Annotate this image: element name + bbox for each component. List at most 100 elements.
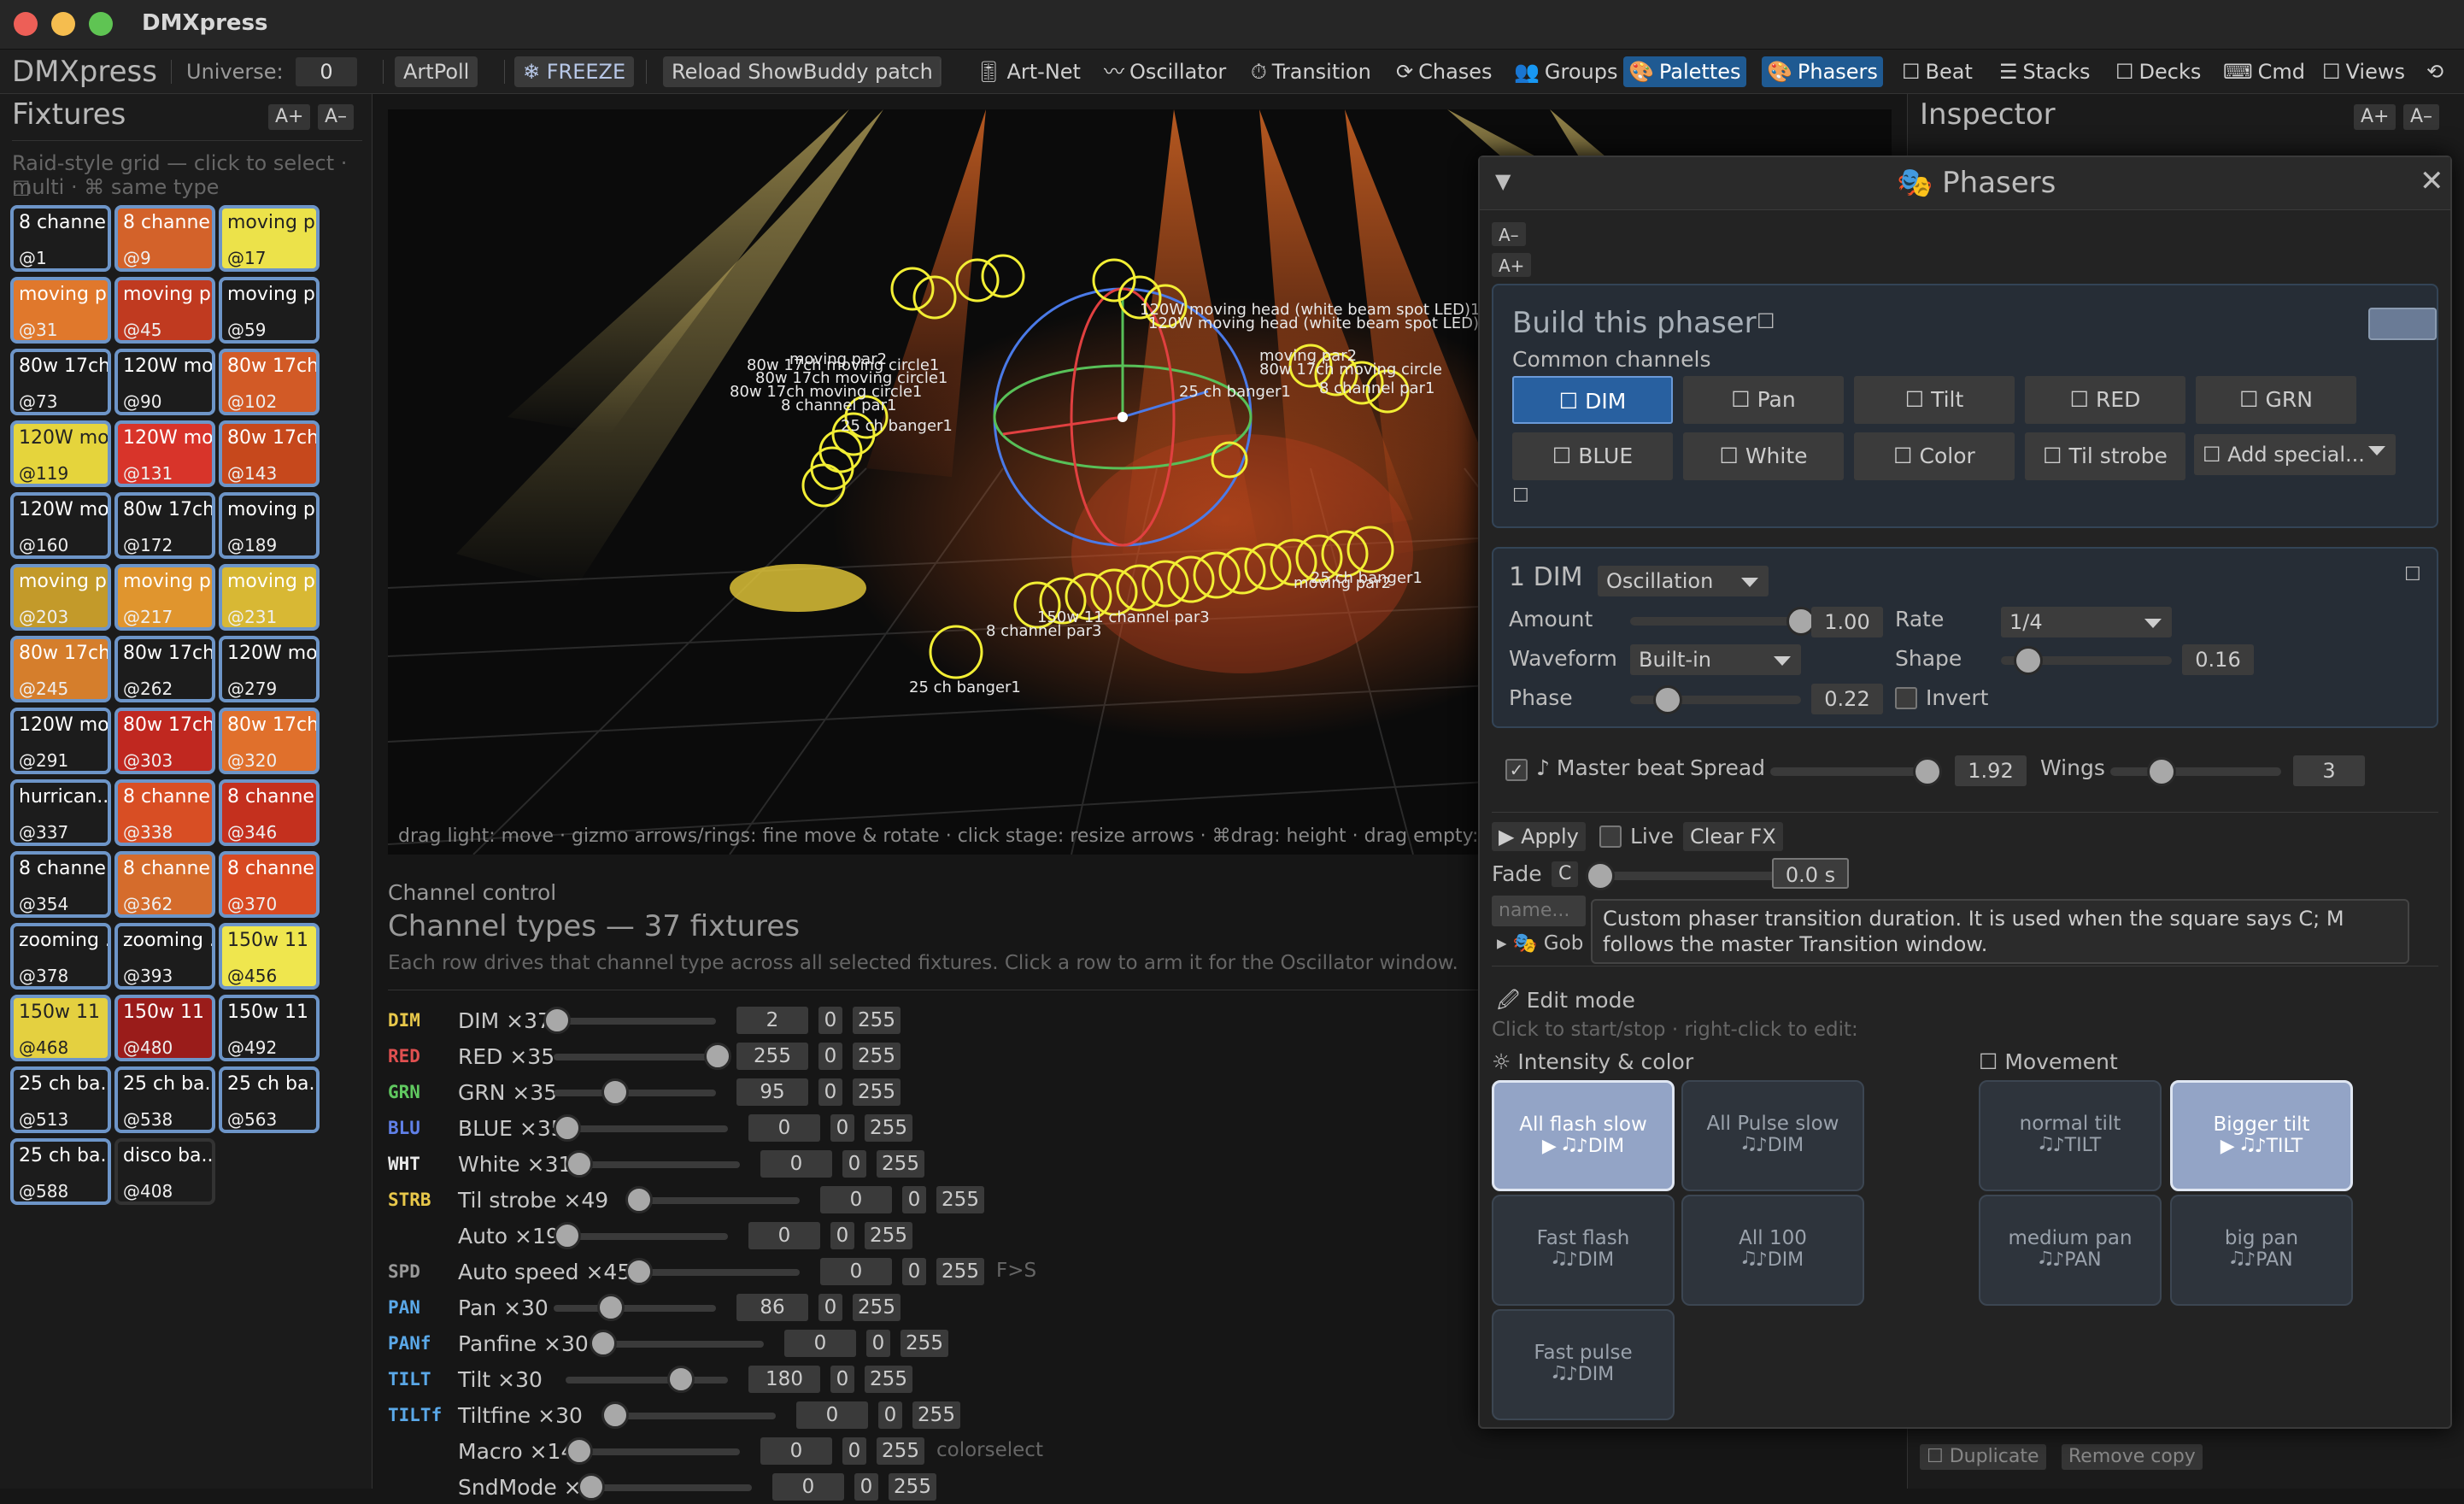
tab-transition[interactable]: ⏱ Transition xyxy=(1246,56,1376,87)
fixture-tile[interactable]: 25 ch ba... @513 xyxy=(10,1066,111,1133)
channel-min[interactable]: 0 xyxy=(830,1114,854,1142)
wings-value[interactable]: 3 xyxy=(2293,755,2365,786)
channel-row[interactable]: GRN GRN ×35 95 0 255 xyxy=(388,1075,1481,1109)
tab-decks[interactable]: ☐ Decks xyxy=(2110,56,2206,87)
channel-value[interactable]: 0 xyxy=(784,1330,856,1357)
fixture-tile[interactable]: moving p... @203 xyxy=(10,564,111,631)
shape-value[interactable]: 0.16 xyxy=(2182,644,2254,675)
channel-slider[interactable] xyxy=(601,1341,764,1348)
channel-min[interactable]: 0 xyxy=(818,1294,842,1321)
fixture-tile[interactable]: 25 ch ba... @563 xyxy=(219,1066,320,1133)
movement-preset-button[interactable]: Bigger tilt ▶ 🎝♪TILT xyxy=(2170,1080,2353,1191)
channel-slider[interactable] xyxy=(637,1197,800,1204)
channel-min[interactable]: 0 xyxy=(818,1007,842,1034)
channel-slider-knob[interactable] xyxy=(704,1043,731,1070)
channel-slider[interactable] xyxy=(554,1090,716,1096)
channel-slider[interactable] xyxy=(554,1018,716,1025)
color-swatch[interactable] xyxy=(2368,308,2437,340)
channel-row[interactable]: WHT White ×31 0 0 255 xyxy=(388,1147,1481,1181)
fade-slider-knob[interactable] xyxy=(1586,861,1615,890)
channel-button-white[interactable]: ☐ White xyxy=(1683,432,1844,480)
channel-slider[interactable] xyxy=(566,1233,728,1240)
clear-fx-button[interactable]: Clear FX xyxy=(1683,822,1783,851)
minimize-window-button[interactable] xyxy=(51,12,75,36)
channel-min[interactable]: 0 xyxy=(818,1078,842,1106)
tab-groups[interactable]: 👥 Groups xyxy=(1509,56,1622,87)
tab-stacks[interactable]: ☰ Stacks xyxy=(1994,56,2095,87)
channel-row[interactable]: TILTf Tiltfine ×30 0 0 255 xyxy=(388,1398,1481,1432)
small-checkbox-icon[interactable]: ☐ xyxy=(1512,485,1529,507)
rate-dropdown[interactable]: 1/4 xyxy=(2001,607,2172,637)
channel-slider[interactable] xyxy=(590,1484,752,1491)
channel-slider[interactable] xyxy=(566,1125,728,1132)
fixture-tile[interactable]: 8 channe... @9 xyxy=(114,205,215,272)
fixture-tile[interactable]: 80w 17ch... @245 xyxy=(10,636,111,702)
channel-slider-knob[interactable] xyxy=(625,1186,653,1213)
channel-slider-knob[interactable] xyxy=(543,1007,571,1034)
channel-value[interactable]: 180 xyxy=(748,1366,820,1393)
channel-max[interactable]: 255 xyxy=(865,1222,912,1249)
back-icon[interactable]: ⟲ xyxy=(2426,56,2443,87)
inspector-zoom-out-button[interactable]: A– xyxy=(2403,104,2440,130)
channel-slider[interactable] xyxy=(566,1377,728,1384)
channel-button-tilt[interactable]: ☐ Tilt xyxy=(1854,376,2015,424)
channel-row[interactable]: STRB Til strobe ×49 0 0 255 xyxy=(388,1183,1481,1217)
fixture-tile[interactable]: 150w 11 ... @492 xyxy=(219,995,320,1061)
tab-chases[interactable]: ⟳ Chases xyxy=(1391,56,1498,87)
channel-button-red[interactable]: ☐ RED xyxy=(2025,376,2185,424)
channel-max[interactable]: 255 xyxy=(865,1366,912,1393)
tab-oscillator[interactable]: 〰 Oscillator xyxy=(1099,56,1231,87)
fixture-tile[interactable]: 80w 17ch... @320 xyxy=(219,708,320,774)
reload-patch-button[interactable]: Reload ShowBuddy patch xyxy=(663,56,942,87)
channel-max[interactable]: 255 xyxy=(877,1437,924,1465)
fixture-tile[interactable]: 8 channe... @354 xyxy=(10,851,111,918)
universe-input[interactable]: 0 xyxy=(296,57,357,86)
channel-slider-knob[interactable] xyxy=(554,1114,581,1142)
channel-button-blue[interactable]: ☐ BLUE xyxy=(1512,432,1673,480)
channel-slider-knob[interactable] xyxy=(596,1294,625,1321)
channel-slider[interactable] xyxy=(578,1448,740,1455)
phaser-preset-button[interactable]: Fast flash 🎝♪DIM xyxy=(1492,1195,1675,1306)
preset-name-input[interactable]: name... xyxy=(1492,896,1586,926)
channel-slider[interactable] xyxy=(554,1054,716,1060)
channel-max[interactable]: 255 xyxy=(912,1401,960,1429)
font-smaller-button[interactable]: A– xyxy=(1492,222,1526,246)
remove-layer-icon[interactable]: ☐ xyxy=(2404,564,2421,585)
channel-min[interactable]: 0 xyxy=(842,1437,866,1465)
layer-mode-dropdown[interactable]: Oscillation xyxy=(1598,566,1769,596)
tab-cmd[interactable]: ⌨ Cmd xyxy=(2218,56,2310,87)
channel-slider[interactable] xyxy=(613,1413,776,1419)
wings-slider[interactable] xyxy=(2110,767,2281,776)
phaser-preset-button[interactable]: Fast pulse 🎝♪DIM xyxy=(1492,1309,1675,1420)
fixture-tile[interactable]: 80w 17ch... @73 xyxy=(10,349,111,415)
channel-row[interactable]: RED RED ×35 255 0 255 xyxy=(388,1039,1481,1073)
fixture-tile[interactable]: 150w 11 ... @480 xyxy=(114,995,215,1061)
fixture-tile[interactable]: 80w 17ch... @303 xyxy=(114,708,215,774)
channel-value[interactable]: 0 xyxy=(748,1222,820,1249)
tab-views[interactable]: ☐ Views xyxy=(2317,56,2410,87)
fixture-tile[interactable]: 120W mov... @279 xyxy=(219,636,320,702)
collapse-icon[interactable]: ▼ xyxy=(1495,169,1511,193)
fixtures-zoom-in-button[interactable]: A+ xyxy=(268,104,311,130)
channel-value[interactable]: 0 xyxy=(760,1437,832,1465)
channel-row[interactable]: PAN Pan ×30 86 0 255 xyxy=(388,1290,1481,1325)
channel-min[interactable]: 0 xyxy=(902,1186,926,1213)
channel-slider-knob[interactable] xyxy=(667,1366,695,1393)
channel-min[interactable]: 0 xyxy=(830,1222,854,1249)
fixture-tile[interactable]: 120W mov... @160 xyxy=(10,492,111,559)
channel-button-pan[interactable]: ☐ Pan xyxy=(1683,376,1844,424)
fixture-tile[interactable]: hurrican... @337 xyxy=(10,779,111,846)
channel-row[interactable]: SPD Auto speed ×45 0 0 255 F>S xyxy=(388,1254,1481,1289)
channel-max[interactable]: 255 xyxy=(936,1186,984,1213)
channel-button-tilstrobe[interactable]: ☐ Til strobe xyxy=(2025,432,2185,480)
channel-row[interactable]: Auto ×19 0 0 255 xyxy=(388,1219,1481,1253)
channel-button-grn[interactable]: ☐ GRN xyxy=(2196,376,2356,424)
tab-phasers[interactable]: 🎨 Phasers xyxy=(1762,56,1883,87)
gobo-section-toggle[interactable]: ▸ 🎭 Gob xyxy=(1497,931,1583,955)
spread-slider-knob[interactable] xyxy=(1913,757,1942,786)
channel-value[interactable]: 0 xyxy=(760,1150,832,1178)
fixture-tile[interactable]: moving p... @231 xyxy=(219,564,320,631)
fixture-tile[interactable]: 25 ch ba... @538 xyxy=(114,1066,215,1133)
zoom-window-button[interactable] xyxy=(89,12,113,36)
channel-max[interactable]: 255 xyxy=(901,1330,948,1357)
